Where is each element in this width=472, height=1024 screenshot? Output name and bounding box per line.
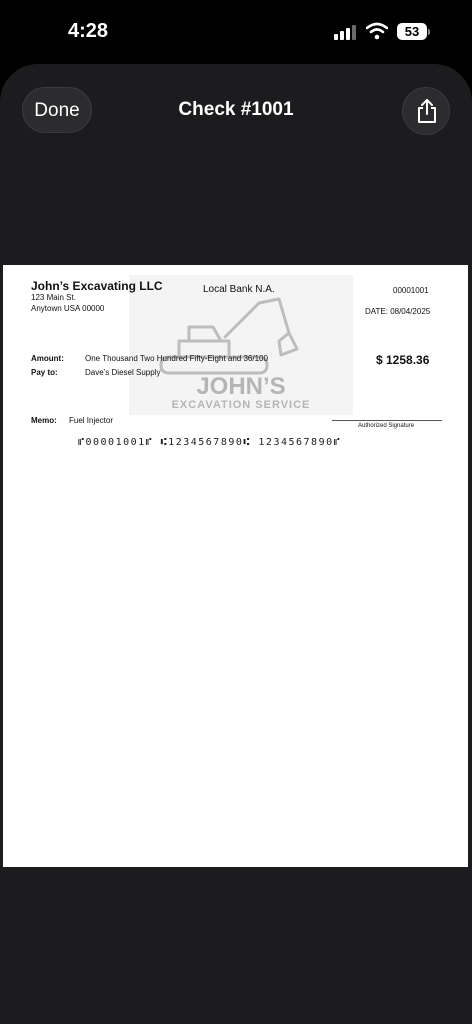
company-name: John’s Excavating LLC	[31, 279, 163, 293]
battery-cap	[428, 29, 430, 35]
watermark-subtitle: EXCAVATION SERVICE	[171, 399, 311, 411]
check-number: 00001001	[393, 286, 429, 295]
status-bar: 4:28 53	[0, 0, 472, 64]
cellular-signal-icon	[334, 24, 360, 40]
share-button[interactable]	[402, 87, 450, 135]
check-date: DATE: 08/04/2025	[365, 307, 431, 316]
memo-text: Fuel Injector	[69, 416, 114, 425]
page-title: Check #1001	[178, 99, 294, 120]
company-address-line2: Anytown USA 00000	[31, 304, 105, 313]
signature-label: Authorized Signature	[358, 423, 415, 429]
done-button[interactable]: Done	[22, 87, 92, 133]
company-address-line1: 123 Main St.	[31, 293, 76, 302]
amount-label: Amount:	[31, 354, 64, 363]
check-document: JOHN’S EXCAVATION SERVICE John’s Excavat…	[3, 265, 468, 867]
battery-icon: 53	[397, 23, 427, 40]
watermark-title: JOHN’S	[196, 373, 286, 400]
watermark-logo: JOHN’S EXCAVATION SERVICE	[129, 275, 353, 415]
share-icon	[418, 99, 436, 123]
status-time: 4:28	[68, 20, 109, 42]
signature-line	[332, 420, 442, 421]
amount-words: One Thousand Two Hundred Fifty-Eight and…	[85, 354, 268, 363]
payee-name: Dave’s Diesel Supply	[85, 368, 161, 377]
amount-numeric: $ 1258.36	[376, 353, 430, 367]
micr-line: ⑈00001001⑈ ⑆1234567890⑆ 1234567890⑈	[78, 437, 342, 448]
memo-label: Memo:	[31, 416, 57, 425]
bank-name: Local Bank N.A.	[203, 284, 275, 295]
wifi-icon	[366, 22, 388, 40]
pay-to-label: Pay to:	[31, 368, 58, 377]
